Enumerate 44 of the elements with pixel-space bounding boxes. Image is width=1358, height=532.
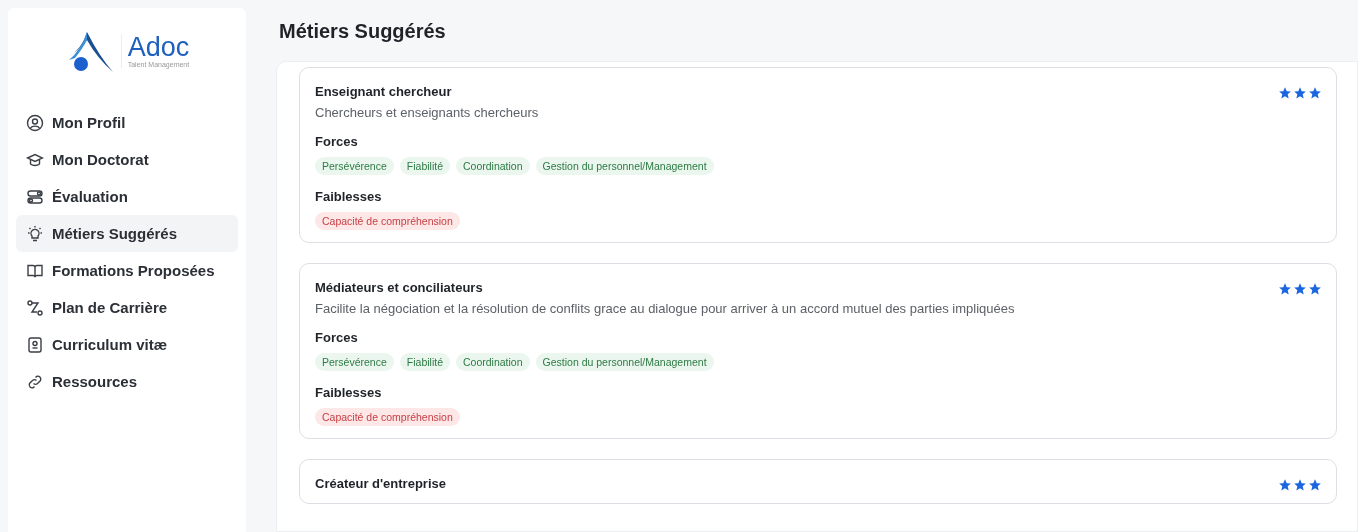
star-icon <box>1278 86 1292 100</box>
strength-tag: Fiabilité <box>399 157 450 175</box>
page-title: Métiers Suggérés <box>279 20 447 43</box>
sidebar-item[interactable]: Formations Proposées <box>16 252 238 289</box>
section-label: Forces <box>315 330 359 345</box>
section-label: Faiblesses <box>315 385 383 400</box>
section-label: Faiblesses <box>315 189 383 204</box>
weakness-tag: Capacité de compréhension <box>315 212 460 230</box>
star-icon <box>1278 478 1292 492</box>
sidebar-item[interactable]: Ressources <box>16 363 238 400</box>
star-icon <box>1308 478 1322 492</box>
job-description: Facilite la négociation et la résolution de conflits grace au dialogue pour arriver à un accord mutuel des parties impliquées <box>315 301 1016 316</box>
brand-name: Adoc <box>127 34 190 61</box>
strength-tag: Fiabilité <box>399 353 450 371</box>
job-title: Enseignant chercheur <box>315 84 452 99</box>
job-title: Médiateurs et conciliateurs <box>315 280 483 295</box>
toggles-icon <box>26 187 44 206</box>
section-label: Forces <box>315 134 359 149</box>
star-icon <box>1293 282 1307 296</box>
sidebar-item[interactable]: Plan de Carrière <box>16 289 238 326</box>
user-icon <box>26 113 44 132</box>
strength-tag: Coordination <box>456 157 530 175</box>
link-icon <box>26 372 44 391</box>
badge-icon <box>26 335 44 354</box>
star-icon <box>1308 86 1322 100</box>
sidebar-item[interactable]: Curriculum vitæ <box>16 326 238 363</box>
strength-tag: Persévérence <box>315 157 394 175</box>
sidebar-item[interactable]: Évaluation <box>16 178 238 215</box>
star-icon <box>1293 478 1307 492</box>
weakness-tag: Capacité de compréhension <box>315 408 460 426</box>
job-description: Chercheurs et enseignants chercheurs <box>315 105 540 120</box>
bulb-icon <box>26 224 44 243</box>
strength-tag: Persévérence <box>315 353 394 371</box>
star-icon <box>1293 86 1307 100</box>
sidebar-item[interactable]: Mon Profil <box>16 104 238 141</box>
star-icon <box>1308 282 1322 296</box>
strength-tag: Gestion du personnel/Management <box>535 353 714 371</box>
star-icon <box>1278 282 1292 296</box>
sidebar-item[interactable]: Métiers Suggérés <box>16 215 238 252</box>
strength-tag: Gestion du personnel/Management <box>535 157 714 175</box>
sidebar-item[interactable]: Mon Doctorat <box>16 141 238 178</box>
job-title: Créateur d'entreprise <box>315 476 446 491</box>
route-icon <box>26 298 44 317</box>
strength-tag: Coordination <box>456 353 530 371</box>
